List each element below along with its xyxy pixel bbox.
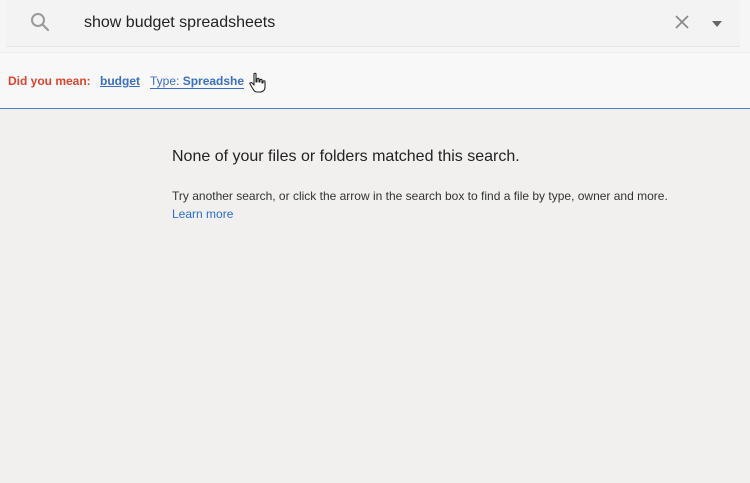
suggested-type-value: Spreadshe	[182, 74, 245, 88]
close-icon[interactable]	[672, 12, 692, 32]
search-header	[0, 0, 750, 52]
caret-down-icon[interactable]	[710, 16, 724, 27]
search-results-page: Did you mean: budget Type: Spreadshe Non…	[0, 0, 750, 483]
suggested-type-label: Type:	[150, 74, 180, 88]
search-icon[interactable]	[28, 10, 52, 34]
did-you-mean-label: Did you mean:	[8, 74, 91, 88]
suggested-type-link[interactable]: Type: Spreadshe	[150, 74, 245, 89]
hand-cursor-icon	[248, 72, 268, 94]
suggested-term-link[interactable]: budget	[100, 74, 140, 88]
empty-state-description: Try another search, or click the arrow i…	[172, 189, 668, 203]
empty-state-title: None of your files or folders matched th…	[172, 148, 520, 165]
did-you-mean-bar: Did you mean: budget Type: Spreadshe	[0, 53, 750, 109]
search-input[interactable]	[84, 11, 644, 35]
search-box[interactable]	[6, 0, 740, 47]
learn-more-link[interactable]: Learn more	[172, 207, 233, 221]
